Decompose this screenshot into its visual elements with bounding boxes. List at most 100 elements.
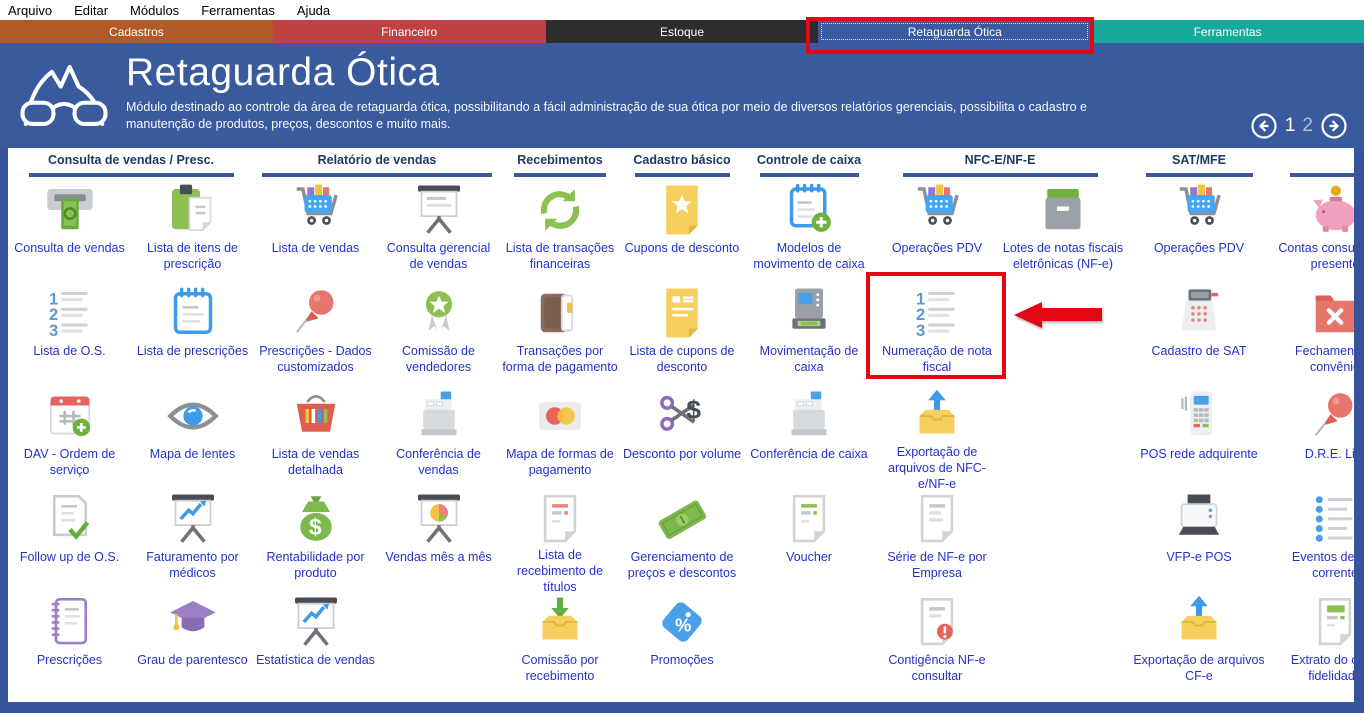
module-item[interactable]: Consulta gerencial de vendas [377, 179, 500, 282]
module-item[interactable]: Follow up de O.S. [8, 488, 131, 591]
module-item[interactable]: Grau de parentesco [131, 591, 254, 694]
pos-terminal-icon [1171, 388, 1227, 446]
inbox-down-icon [532, 594, 588, 652]
svg-text:3: 3 [49, 320, 58, 339]
module-group: NFC-E/NF-EOperações PDVLotes de notas fi… [874, 151, 1126, 694]
module-item[interactable]: Lista de cupons de desconto [620, 282, 744, 385]
module-item[interactable]: Vendas mês a mês [377, 488, 500, 591]
module-item[interactable]: Mapa de formas de pagamento [500, 385, 620, 488]
module-item-label: Lista de cupons de desconto [620, 343, 744, 376]
module-group: Relatório de vendas Lista de vendasConsul… [254, 151, 500, 694]
menu-ferramentas[interactable]: Ferramentas [201, 3, 275, 18]
scissors-dollar-icon: $ [654, 388, 710, 446]
pushpin-icon [1307, 388, 1363, 446]
module-item[interactable]: Conferência de caixa [744, 385, 874, 488]
document-check-icon [42, 491, 98, 549]
group-header: Consulta de vendas / Presc. [8, 153, 254, 172]
module-item-label: Lista de recebimento de títulos [500, 547, 620, 596]
module-group: Consulta de vendas / Presc. Consulta de v… [8, 151, 254, 694]
numbered-list-icon: 123 [42, 285, 98, 343]
annotation-arrow [1014, 302, 1102, 328]
module-item[interactable]: Estatística de vendas [254, 591, 377, 694]
menu-editar[interactable]: Editar [74, 3, 108, 18]
module-item[interactable]: Cupons de desconto [620, 179, 744, 282]
module-item[interactable]: Modelos de movimento de caixa [744, 179, 874, 282]
module-item[interactable]: Série de NF-e por Empresa [874, 488, 1000, 591]
module-item[interactable]: Prescrições - Dados customizados [254, 282, 377, 385]
menu-ajuda[interactable]: Ajuda [297, 3, 330, 18]
module-item[interactable]: Lista de vendas [254, 179, 377, 282]
module-item[interactable]: Contigência NF-e consultar [874, 591, 1000, 694]
module-item[interactable]: Faturamento por médicos [131, 488, 254, 591]
document-warning-icon [909, 594, 965, 652]
discount-tag-icon: % [654, 594, 710, 652]
module-item-label: Follow up de O.S. [18, 549, 121, 565]
group-header: Relatório de vendas [254, 153, 500, 172]
tab-estoque[interactable]: Estoque [546, 20, 819, 43]
prev-page-button[interactable] [1250, 112, 1278, 140]
module-item[interactable]: Cadastro de SAT [1126, 282, 1272, 385]
tab-financeiro[interactable]: Financeiro [273, 20, 546, 43]
module-item-label: D.R.E. Lite [1303, 446, 1364, 462]
module-item[interactable]: Conferência de vendas [377, 385, 500, 488]
module-item[interactable]: Operações PDV [1126, 179, 1272, 282]
module-item[interactable]: %Promoções [620, 591, 744, 694]
module-item[interactable]: Lotes de notas fiscais eletrônicas (NF-e… [1000, 179, 1126, 282]
tab-cadastros[interactable]: Cadastros [0, 20, 273, 43]
money-bag-icon: $ [288, 491, 344, 549]
menu-arquivo[interactable]: Arquivo [8, 3, 52, 18]
module-item[interactable]: Movimentação de caixa [744, 282, 874, 385]
page-number-1[interactable]: 1 [1285, 115, 1296, 137]
module-group: Cadastro básicoCupons de descontoLista d… [620, 151, 744, 694]
module-item-label: Movimentação de caixa [744, 343, 874, 376]
module-item[interactable]: 123Lista de O.S. [8, 282, 131, 385]
module-item[interactable]: Mapa de lentes [131, 385, 254, 488]
module-item[interactable]: Fechamento d convênio [1272, 282, 1364, 385]
module-item[interactable]: POS rede adquirente [1126, 385, 1272, 488]
module-item[interactable]: Operações PDV [874, 179, 1000, 282]
module-item[interactable]: Eventos de con corrente [1272, 488, 1364, 591]
module-item[interactable]: Prescrições [8, 591, 131, 694]
module-item[interactable]: Lista de itens de prescrição [131, 179, 254, 282]
module-grid: Consulta de vendas / Presc. Consulta de v… [8, 148, 1354, 694]
tab-retaguarda-otica[interactable]: Retaguarda Ótica [818, 20, 1091, 43]
module-item[interactable]: Lista de prescrições [131, 282, 254, 385]
module-item[interactable]: VFP-e POS [1126, 488, 1272, 591]
module-item[interactable]: Consulta de vendas [8, 179, 131, 282]
module-item[interactable]: Exportação de arquivos CF-e [1126, 591, 1272, 694]
module-item[interactable]: Lista de vendas detalhada [254, 385, 377, 488]
page-number-2[interactable]: 2 [1302, 115, 1313, 137]
shopping-cart-icon [1171, 182, 1227, 240]
module-item[interactable]: 123Numeração de nota fiscal [874, 282, 1000, 385]
module-item[interactable]: Lista de transações financeiras [500, 179, 620, 282]
board-chart-icon [165, 491, 221, 549]
menu-modulos[interactable]: Módulos [130, 3, 179, 18]
tab-ferramentas[interactable]: Ferramentas [1091, 20, 1364, 43]
module-item[interactable]: DAV - Ordem de serviço [8, 385, 131, 488]
module-item[interactable]: Extrato do cartã fidelidade [1272, 591, 1364, 694]
module-item-label: Contigência NF-e consultar [874, 652, 1000, 685]
group-header-underline [29, 173, 234, 177]
module-item[interactable]: Comissão por recebimento [500, 591, 620, 694]
module-item-label: Mapa de formas de pagamento [500, 446, 620, 479]
module-item[interactable]: $Desconto por volume [620, 385, 744, 488]
module-item[interactable]: Voucher [744, 488, 874, 591]
module-item-label: Lista de prescrições [135, 343, 250, 359]
payment-card-icon [532, 388, 588, 446]
module-item[interactable]: Exportação de arquivos de NFC-e/NF-e [874, 385, 1000, 488]
module-item[interactable]: $Rentabilidade por produto [254, 488, 377, 591]
module-item[interactable]: Lista de recebimento de títulos [500, 488, 620, 591]
module-item[interactable]: Comissão de vendedores [377, 282, 500, 385]
page-yellow-icon [654, 285, 710, 343]
module-item[interactable]: D.R.E. Lite [1272, 385, 1364, 488]
board-pie-icon [411, 491, 467, 549]
module-item[interactable]: Gerenciamento de preços e descontos [620, 488, 744, 591]
module-item-label: Modelos de movimento de caixa [744, 240, 874, 273]
module-item-label: Cadastro de SAT [1150, 343, 1249, 359]
sync-arrows-icon [532, 182, 588, 240]
module-item[interactable]: Transações por forma de pagamento [500, 282, 620, 385]
next-page-button[interactable] [1320, 112, 1348, 140]
group-header: Controle de caixa [744, 153, 874, 172]
module-item[interactable]: Contas consum vale presente [1272, 179, 1364, 282]
module-item-label: Comissão de vendedores [377, 343, 500, 376]
